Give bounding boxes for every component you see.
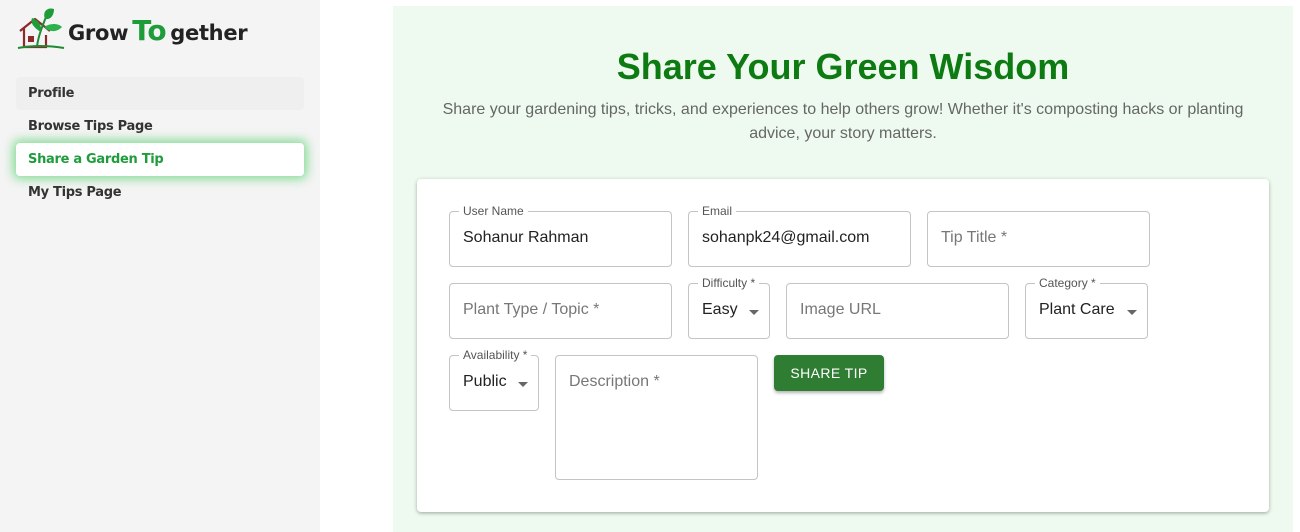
chevron-down-icon <box>518 382 528 387</box>
chevron-down-icon <box>1127 310 1137 315</box>
brand-logo[interactable]: Grow To gether <box>16 6 248 54</box>
description-placeholder: Description * <box>569 373 660 390</box>
brand-part-grow: Grow <box>68 20 129 45</box>
image-url-placeholder: Image URL <box>800 301 881 318</box>
chevron-down-icon <box>749 310 759 315</box>
sidebar-item-share-garden-tip[interactable]: Share a Garden Tip <box>16 143 304 176</box>
share-tip-button[interactable]: SHARE TIP <box>774 355 884 391</box>
availability-label: Availability * <box>459 349 532 361</box>
brand-part-to: To <box>132 13 167 47</box>
email-label: Email <box>698 205 737 217</box>
availability-value: Public <box>463 373 507 390</box>
category-value: Plant Care <box>1039 301 1115 318</box>
plant-type-placeholder: Plant Type / Topic * <box>463 301 600 318</box>
tip-title-field[interactable]: Tip Title * <box>927 211 1150 267</box>
sidebar-item-browse-tips[interactable]: Browse Tips Page <box>16 110 304 143</box>
difficulty-select[interactable]: Difficulty * Easy <box>688 277 770 339</box>
description-textarea[interactable]: Description * <box>555 355 758 480</box>
user-name-label: User Name <box>459 205 528 217</box>
image-url-field[interactable]: Image URL <box>786 283 1009 339</box>
brand-name: Grow To gether <box>68 13 248 47</box>
house-plant-logo-icon <box>17 8 65 49</box>
email-field[interactable]: Email sohanpk24@gmail.com <box>688 205 911 267</box>
sidebar: Grow To gether Profile Browse Tips Page … <box>0 0 320 532</box>
difficulty-value: Easy <box>702 301 738 318</box>
page-subtitle: Share your gardening tips, tricks, and e… <box>442 101 1244 142</box>
share-tip-form: User Name Sohanur Rahman Email sohanpk24… <box>417 179 1269 512</box>
category-label: Category * <box>1035 277 1100 289</box>
page-title: Share Your Green Wisdom <box>616 46 1070 87</box>
category-select[interactable]: Category * Plant Care <box>1025 277 1148 339</box>
main-content: Share Your Green Wisdom Share your garde… <box>393 6 1293 532</box>
difficulty-label: Difficulty * <box>698 277 760 289</box>
email-value: sohanpk24@gmail.com <box>702 229 870 246</box>
tip-title-placeholder: Tip Title * <box>941 229 1008 246</box>
user-name-field[interactable]: User Name Sohanur Rahman <box>449 205 672 267</box>
availability-select[interactable]: Availability * Public <box>449 349 539 411</box>
plant-type-field[interactable]: Plant Type / Topic * <box>449 283 672 339</box>
user-name-value: Sohanur Rahman <box>463 229 589 246</box>
brand-part-gether: gether <box>170 20 248 45</box>
sidebar-nav: Profile Browse Tips Page Share a Garden … <box>16 77 304 209</box>
sidebar-item-profile[interactable]: Profile <box>16 77 304 110</box>
sidebar-item-my-tips[interactable]: My Tips Page <box>16 176 304 209</box>
